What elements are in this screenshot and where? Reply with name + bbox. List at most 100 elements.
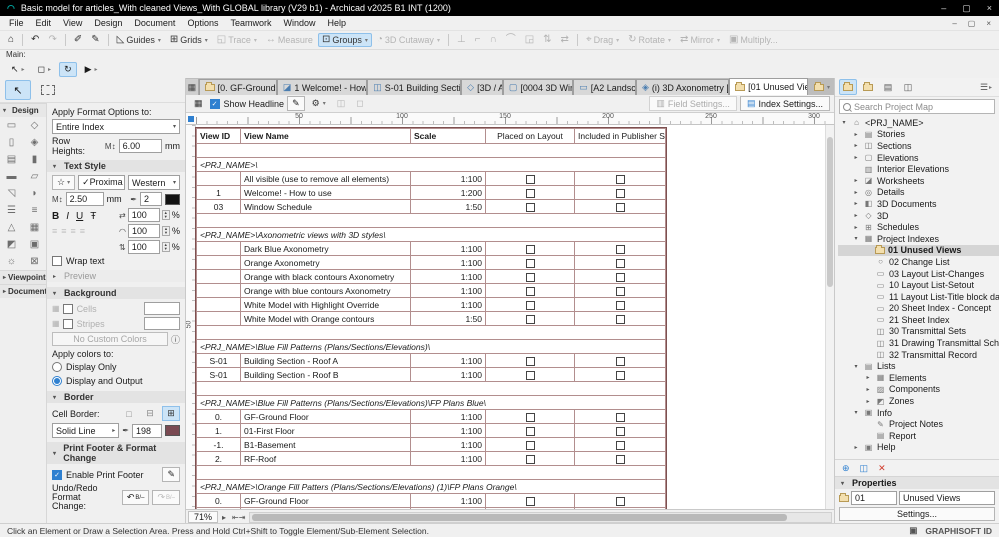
- placed-cell[interactable]: [485, 283, 575, 298]
- align-left-button[interactable]: ≡: [52, 226, 57, 236]
- view-name-cell[interactable]: 01-First Floor: [240, 423, 411, 438]
- row-height-input[interactable]: 6.00: [118, 139, 162, 153]
- morph-tool[interactable]: △: [0, 219, 23, 236]
- opening-tool[interactable]: ⊠: [23, 253, 46, 270]
- index-row[interactable]: All visible (use to remove all elements)…: [196, 171, 666, 186]
- index-row[interactable]: Orange with blue contours Axonometry 1:10…: [196, 283, 666, 298]
- tab-01-unused-views[interactable]: [01 Unused Views]×: [729, 78, 809, 95]
- headline-table-icon[interactable]: ▦: [190, 96, 207, 111]
- tree-item-elevations[interactable]: ▸ ▢ Elevations: [838, 152, 999, 164]
- tab-overview-button[interactable]: ▦: [186, 79, 199, 95]
- tree-item-worksheets[interactable]: ▸ ◪ Worksheets: [838, 175, 999, 187]
- orbit-button[interactable]: ↻: [59, 61, 77, 77]
- publisher-checkbox[interactable]: [615, 426, 625, 436]
- publisher-checkbox[interactable]: [615, 188, 625, 198]
- border-pen-input[interactable]: 198: [132, 423, 162, 438]
- print-footer-section-header[interactable]: ▾ Print Footer & Format Change: [47, 442, 185, 464]
- horizontal-scrollbar[interactable]: [249, 511, 832, 523]
- delete-icon[interactable]: ✕: [878, 463, 886, 474]
- publisher-cell[interactable]: [574, 437, 666, 452]
- tab-welcome[interactable]: ◪1 Welcome! - How to us...: [276, 79, 368, 95]
- publisher-checkbox[interactable]: [615, 440, 625, 450]
- tab-3d-all[interactable]: ◇[3D / All]: [461, 79, 503, 95]
- menu-help[interactable]: Help: [322, 18, 353, 28]
- italic-button[interactable]: I: [66, 211, 69, 222]
- index-row[interactable]: 2. RF-Roof 1:100: [196, 451, 666, 466]
- child-close-button[interactable]: ×: [986, 19, 991, 28]
- scale-cell[interactable]: 1:50: [410, 311, 486, 326]
- scale-factor-input[interactable]: 100: [127, 208, 160, 222]
- child-restore-button[interactable]: ▢: [968, 19, 976, 28]
- tree-expander-icon[interactable]: ▸: [864, 386, 872, 393]
- placed-checkbox[interactable]: [525, 496, 535, 506]
- railing-tool[interactable]: ≡: [23, 202, 46, 219]
- maximize-button[interactable]: ▢: [962, 3, 971, 14]
- undo-button[interactable]: ↶: [27, 33, 43, 47]
- placed-cell[interactable]: [485, 367, 575, 382]
- scale-cell[interactable]: 1:100: [410, 507, 486, 509]
- tree-item-03-layout-list-changes[interactable]: ▭ 03 Layout List-Changes: [838, 268, 999, 280]
- publisher-checkbox[interactable]: [615, 244, 625, 254]
- cutaway-button[interactable]: ◔ 3D Cutaway ▾: [373, 33, 444, 47]
- tab-gf-ground-floor[interactable]: [0. GF-Ground Floor]: [198, 79, 277, 95]
- index-row[interactable]: 0. GF-Ground Floor 1:100: [196, 493, 666, 508]
- cells-checkbox[interactable]: Cells: [62, 303, 97, 314]
- group-header-cell[interactable]: <PRJ_NAME>\Blue Fill Patterns (Plans/Sec…: [196, 339, 666, 354]
- undo-format-button[interactable]: ↶ B/–: [121, 490, 150, 505]
- scale-cell[interactable]: 1:100: [410, 409, 486, 424]
- tree-item-31-drawing-transmittal-schedule[interactable]: ◫ 31 Drawing Transmittal Schedule: [838, 337, 999, 349]
- show-headline-checkbox[interactable]: ✓ Show Headline: [209, 98, 284, 109]
- tree-item-components[interactable]: ▸ ▨ Components: [838, 384, 999, 396]
- elevate-button[interactable]: ⇅: [539, 33, 555, 47]
- view-name-cell[interactable]: All visible (use to remove all elements): [240, 171, 411, 186]
- view-id-cell[interactable]: [196, 255, 241, 270]
- view-name-cell[interactable]: Building Section - Roof A: [240, 353, 411, 368]
- tree-item-info[interactable]: ▾ ▣ Info: [838, 407, 999, 419]
- marquee-tool-button[interactable]: [35, 80, 61, 100]
- index-row[interactable]: Orange Axonometry 1:100: [196, 255, 666, 270]
- placed-cell[interactable]: [485, 423, 575, 438]
- placed-cell[interactable]: [485, 409, 575, 424]
- placed-checkbox[interactable]: [525, 314, 535, 324]
- multiply-button[interactable]: ▣ Multiply...: [725, 33, 782, 47]
- index-row[interactable]: 03 Window Schedule 1:50: [196, 199, 666, 214]
- favorites-button[interactable]: ☆ ▾: [52, 175, 76, 190]
- publisher-checkbox[interactable]: [615, 412, 625, 422]
- tree-expander-icon[interactable]: ▸: [852, 212, 860, 219]
- menu-window[interactable]: Window: [277, 18, 321, 28]
- group-header-cell[interactable]: <PRJ_NAME>\Axonometric views with 3D sty…: [196, 227, 666, 242]
- scale-cell[interactable]: 1:100: [410, 451, 486, 466]
- tree-item-30-transmittal-sets[interactable]: ◫ 30 Transmittal Sets: [838, 326, 999, 338]
- wrap-text-checkbox[interactable]: Wrap text: [52, 256, 180, 266]
- strikethrough-button[interactable]: Ŧ: [90, 211, 96, 222]
- view-id-cell[interactable]: 0.: [196, 493, 241, 508]
- placed-checkbox[interactable]: [525, 286, 535, 296]
- scale-cell[interactable]: 1:100: [410, 255, 486, 270]
- tree-item-stories[interactable]: ▸ ▤ Stories: [838, 129, 999, 141]
- index-row[interactable]: 0. GF-Ground Floor 1:100: [196, 409, 666, 424]
- properties-section-header[interactable]: ▾ Properties: [835, 476, 999, 489]
- view-id-cell[interactable]: 1.: [196, 507, 241, 509]
- tree-item-interior-elevations[interactable]: ▥ Interior Elevations: [838, 163, 999, 175]
- placed-cell[interactable]: [485, 311, 575, 326]
- placed-checkbox[interactable]: [525, 272, 535, 282]
- info-icon[interactable]: ⓘ: [171, 333, 180, 346]
- child-minimize-button[interactable]: –: [952, 19, 956, 28]
- arrow-tool-button[interactable]: ↖: [5, 80, 31, 100]
- placed-checkbox[interactable]: [525, 426, 535, 436]
- text-color-swatch[interactable]: [165, 193, 180, 205]
- tree-expander-icon[interactable]: ▸: [852, 189, 860, 196]
- index-row[interactable]: -1. B1-Basement 1:100: [196, 437, 666, 452]
- publisher-checkbox[interactable]: [615, 300, 625, 310]
- door-tool[interactable]: ◇: [23, 117, 46, 134]
- apply-format-select[interactable]: Entire Index ▾: [52, 119, 180, 134]
- item-name-field[interactable]: Unused Views: [899, 491, 995, 505]
- placed-checkbox[interactable]: [525, 188, 535, 198]
- publisher-checkbox[interactable]: [615, 174, 625, 184]
- guides-button[interactable]: ◺ Guides ▾: [113, 33, 165, 47]
- publisher-cell[interactable]: [574, 269, 666, 284]
- display-only-radio[interactable]: Display Only: [52, 361, 180, 373]
- text-style-section-header[interactable]: ▾ Text Style: [47, 160, 185, 172]
- display-and-output-radio[interactable]: Display and Output: [52, 375, 180, 387]
- grids-button[interactable]: ⊞ Grids ▾: [166, 33, 212, 47]
